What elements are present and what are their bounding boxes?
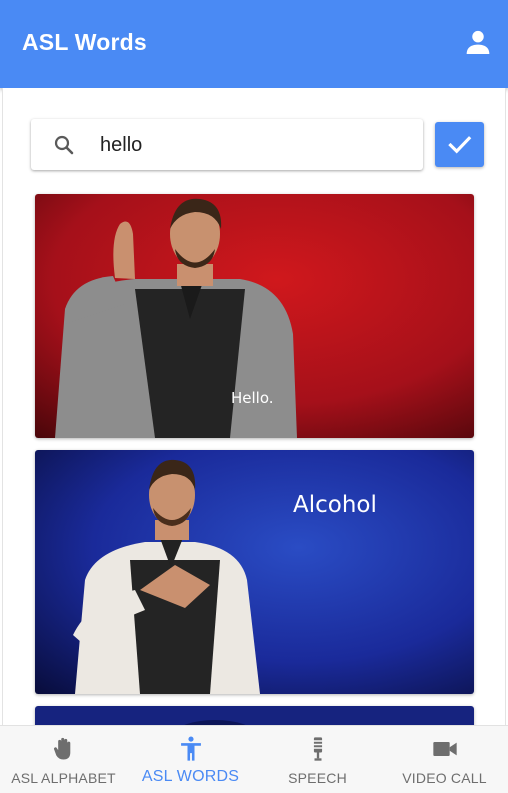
nav-video-call[interactable]: VIDEO CALL: [381, 726, 508, 793]
account-icon[interactable]: [462, 26, 494, 58]
nav-label: SPEECH: [288, 770, 347, 786]
result-card-hello[interactable]: Hello.: [35, 194, 474, 438]
app-bar: ASL Words: [0, 0, 508, 88]
card-caption: Hello.: [231, 389, 274, 407]
search-input[interactable]: [100, 129, 400, 161]
nav-label: ASL WORDS: [141, 768, 240, 785]
search-icon: [54, 135, 74, 155]
videocam-icon: [432, 742, 457, 756]
check-icon: [448, 136, 472, 154]
microphone-icon: [311, 737, 324, 761]
accessibility-icon: [180, 736, 201, 761]
nav-speech[interactable]: SPEECH: [254, 726, 381, 793]
nav-label: VIDEO CALL: [402, 770, 487, 786]
app-title: ASL Words: [22, 29, 147, 55]
nav-asl-words[interactable]: ASL WORDS: [127, 726, 254, 793]
submit-button[interactable]: [435, 122, 484, 167]
nav-label: ASL ALPHABET: [11, 770, 116, 786]
search-box[interactable]: [31, 119, 423, 170]
card-caption: Alcohol: [293, 492, 377, 518]
sign-video-thumbnail: [35, 450, 474, 694]
bottom-navigation: ASL ALPHABET ASL WORDS SPEECH VIDEO CALL: [0, 725, 508, 793]
nav-asl-alphabet[interactable]: ASL ALPHABET: [0, 726, 127, 793]
result-card-alcohol[interactable]: Alcohol: [35, 450, 474, 694]
hand-icon: [53, 737, 70, 760]
